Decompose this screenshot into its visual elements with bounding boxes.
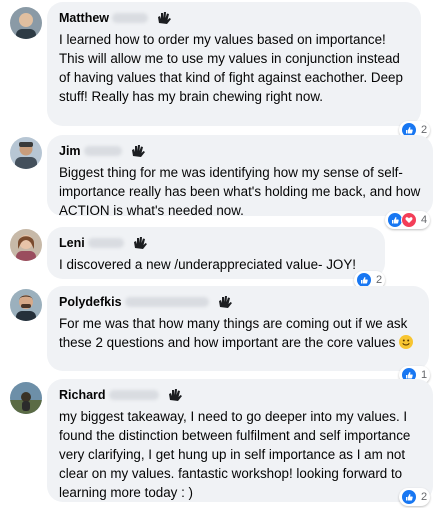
redacted-surname <box>108 390 159 400</box>
waving-hand-icon <box>217 295 233 309</box>
commenter-name[interactable]: Polydefkis <box>59 295 122 309</box>
redacted-surname <box>112 13 148 23</box>
comment-bubble: Leni I discovered a new /underappreciate… <box>47 227 385 279</box>
waving-hand-icon <box>130 144 146 158</box>
waving-hand-icon <box>156 11 172 25</box>
waving-hand-icon <box>132 236 148 250</box>
comment-bubble: Richard my biggest takeaway, I need to g… <box>47 379 433 502</box>
reaction-count: 2 <box>421 124 428 136</box>
avatar[interactable] <box>10 382 42 414</box>
reaction-count: 2 <box>421 491 428 503</box>
comment-bubble: Matthew I learned how to order my values… <box>47 2 421 126</box>
reaction-count: 4 <box>421 214 428 226</box>
waving-hand-icon <box>167 388 183 402</box>
commenter-name[interactable]: Leni <box>59 236 85 250</box>
avatar[interactable] <box>10 289 42 321</box>
redacted-surname <box>83 146 122 156</box>
comment-text: I learned how to order my values based o… <box>59 32 403 104</box>
avatar[interactable] <box>10 7 42 39</box>
comment-bubble: Polydefkis For me was that how many thin… <box>47 286 429 371</box>
commenter-name[interactable]: Richard <box>59 388 106 402</box>
redacted-surname <box>124 297 209 307</box>
reaction-count: 2 <box>376 274 383 286</box>
smiley-emoji <box>399 335 414 349</box>
comment-bubble: Jim Biggest thing for me was identifying… <box>47 135 433 218</box>
comment-text: I discovered a new /underappreciated val… <box>59 257 356 272</box>
comment-text: For me was that how many things are comi… <box>59 314 417 352</box>
reaction-summary[interactable]: 2 <box>399 488 431 506</box>
commenter-name[interactable]: Matthew <box>59 11 109 25</box>
redacted-surname <box>87 238 124 248</box>
comment-text: my biggest takeaway, I need to go deeper… <box>59 409 411 500</box>
comment-text: Biggest thing for me was identifying how… <box>59 165 421 218</box>
commenter-name[interactable]: Jim <box>59 144 81 158</box>
avatar[interactable] <box>10 137 42 169</box>
like-icon <box>401 489 417 505</box>
love-icon <box>401 212 417 228</box>
reaction-summary[interactable]: 4 <box>385 211 431 229</box>
avatar[interactable] <box>10 229 42 261</box>
